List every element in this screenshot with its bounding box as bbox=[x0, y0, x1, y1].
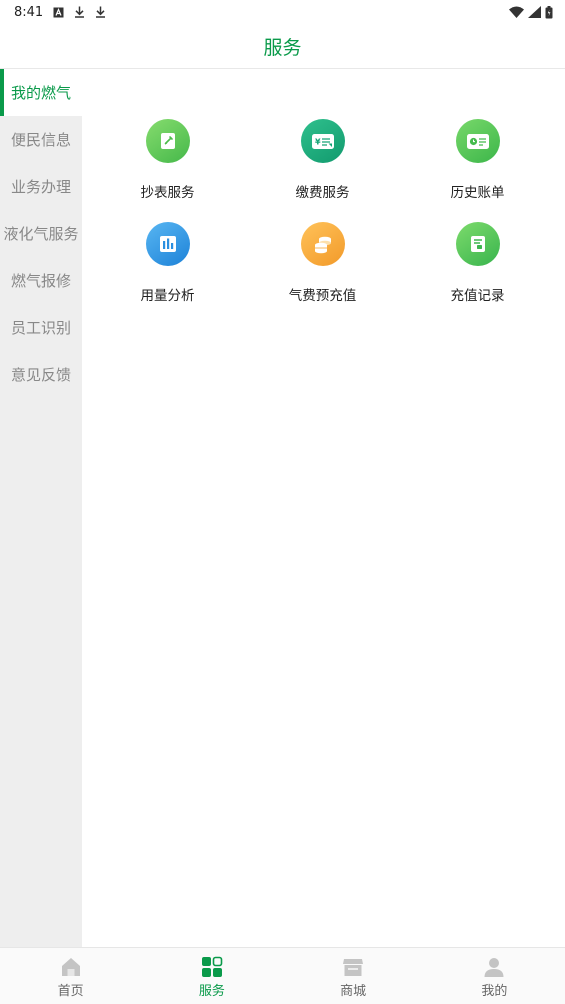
nav-profile[interactable]: 我的 bbox=[424, 948, 565, 1004]
nav-label: 我的 bbox=[481, 984, 508, 999]
download-icon bbox=[95, 6, 106, 18]
sidebar-item-label: 液化气服务 bbox=[3, 225, 79, 243]
sidebar-item-my-gas[interactable]: 我的燃气 bbox=[0, 69, 82, 116]
sidebar-item-label: 便民信息 bbox=[10, 131, 71, 149]
payment-service[interactable]: ¥ 缴费服务 bbox=[245, 116, 400, 201]
sidebar-item-gas-repair[interactable]: 燃气报修 bbox=[0, 257, 82, 304]
signal-icon bbox=[528, 6, 541, 18]
sidebar-item-label: 我的燃气 bbox=[10, 84, 71, 102]
battery-icon bbox=[545, 5, 553, 19]
usage-analysis-service[interactable]: 用量分析 bbox=[90, 219, 245, 304]
sidebar-item-label: 员工识别 bbox=[10, 319, 71, 337]
sidebar-item-label: 燃气报修 bbox=[10, 272, 71, 290]
sidebar-item-label: 业务办理 bbox=[10, 178, 71, 196]
service-label: 缴费服务 bbox=[295, 185, 350, 201]
service-label: 气费预充值 bbox=[288, 288, 357, 304]
meter-reading-service[interactable]: 抄表服务 bbox=[90, 116, 245, 201]
status-right bbox=[509, 5, 553, 19]
gas-prepay-service[interactable]: 气费预充值 bbox=[245, 219, 400, 304]
sidebar-item-feedback[interactable]: 意见反馈 bbox=[0, 351, 82, 398]
sidebar-item-convenience-info[interactable]: 便民信息 bbox=[0, 116, 82, 163]
nav-label: 首页 bbox=[57, 984, 84, 999]
yuan-card-icon: ¥ bbox=[300, 119, 345, 163]
wifi-icon bbox=[509, 6, 524, 18]
sidebar-item-staff-id[interactable]: 员工识别 bbox=[0, 304, 82, 351]
bar-chart-icon bbox=[145, 222, 190, 266]
grid-icon bbox=[201, 956, 223, 978]
coins-icon bbox=[300, 222, 345, 266]
nav-shop[interactable]: 商城 bbox=[283, 948, 424, 1004]
nav-services[interactable]: 服务 bbox=[141, 948, 282, 1004]
service-label: 充值记录 bbox=[450, 288, 505, 304]
service-label: 用量分析 bbox=[140, 288, 195, 304]
page-title: 服务 bbox=[263, 36, 302, 59]
sidebar-item-lpg-service[interactable]: 液化气服务 bbox=[0, 210, 82, 257]
sidebar-item-label: 意见反馈 bbox=[10, 366, 71, 384]
svg-text:¥: ¥ bbox=[315, 138, 321, 147]
pencil-note-icon bbox=[145, 119, 190, 163]
sidebar-item-business[interactable]: 业务办理 bbox=[0, 163, 82, 210]
download-icon bbox=[74, 6, 85, 18]
shop-icon bbox=[342, 956, 364, 978]
nav-home[interactable]: 首页 bbox=[0, 948, 141, 1004]
home-icon bbox=[60, 956, 82, 978]
status-left: 8:41 bbox=[14, 5, 106, 20]
notification-a-icon bbox=[53, 7, 64, 18]
recharge-record-service[interactable]: 充值记录 bbox=[400, 219, 555, 304]
service-label: 抄表服务 bbox=[140, 185, 195, 201]
nav-label: 商城 bbox=[340, 984, 367, 999]
status-time: 8:41 bbox=[14, 4, 44, 20]
service-label: 历史账单 bbox=[450, 185, 505, 201]
person-icon bbox=[483, 956, 505, 978]
receipt-icon bbox=[455, 222, 500, 266]
bottom-nav: 首页 服务 商城 我的 bbox=[0, 947, 565, 1004]
header: 服务 bbox=[0, 24, 565, 69]
status-bar: 8:41 bbox=[0, 0, 565, 24]
sidebar: 我的燃气 便民信息 业务办理 液化气服务 燃气报修 员工识别 意见反馈 bbox=[0, 69, 82, 947]
nav-label: 服务 bbox=[198, 984, 225, 999]
bill-clock-icon bbox=[455, 119, 500, 163]
service-grid: 抄表服务 ¥ 缴费服务 历史账单 用量分析 气费预充值 充值记录 bbox=[90, 116, 556, 304]
history-bill-service[interactable]: 历史账单 bbox=[400, 116, 555, 201]
